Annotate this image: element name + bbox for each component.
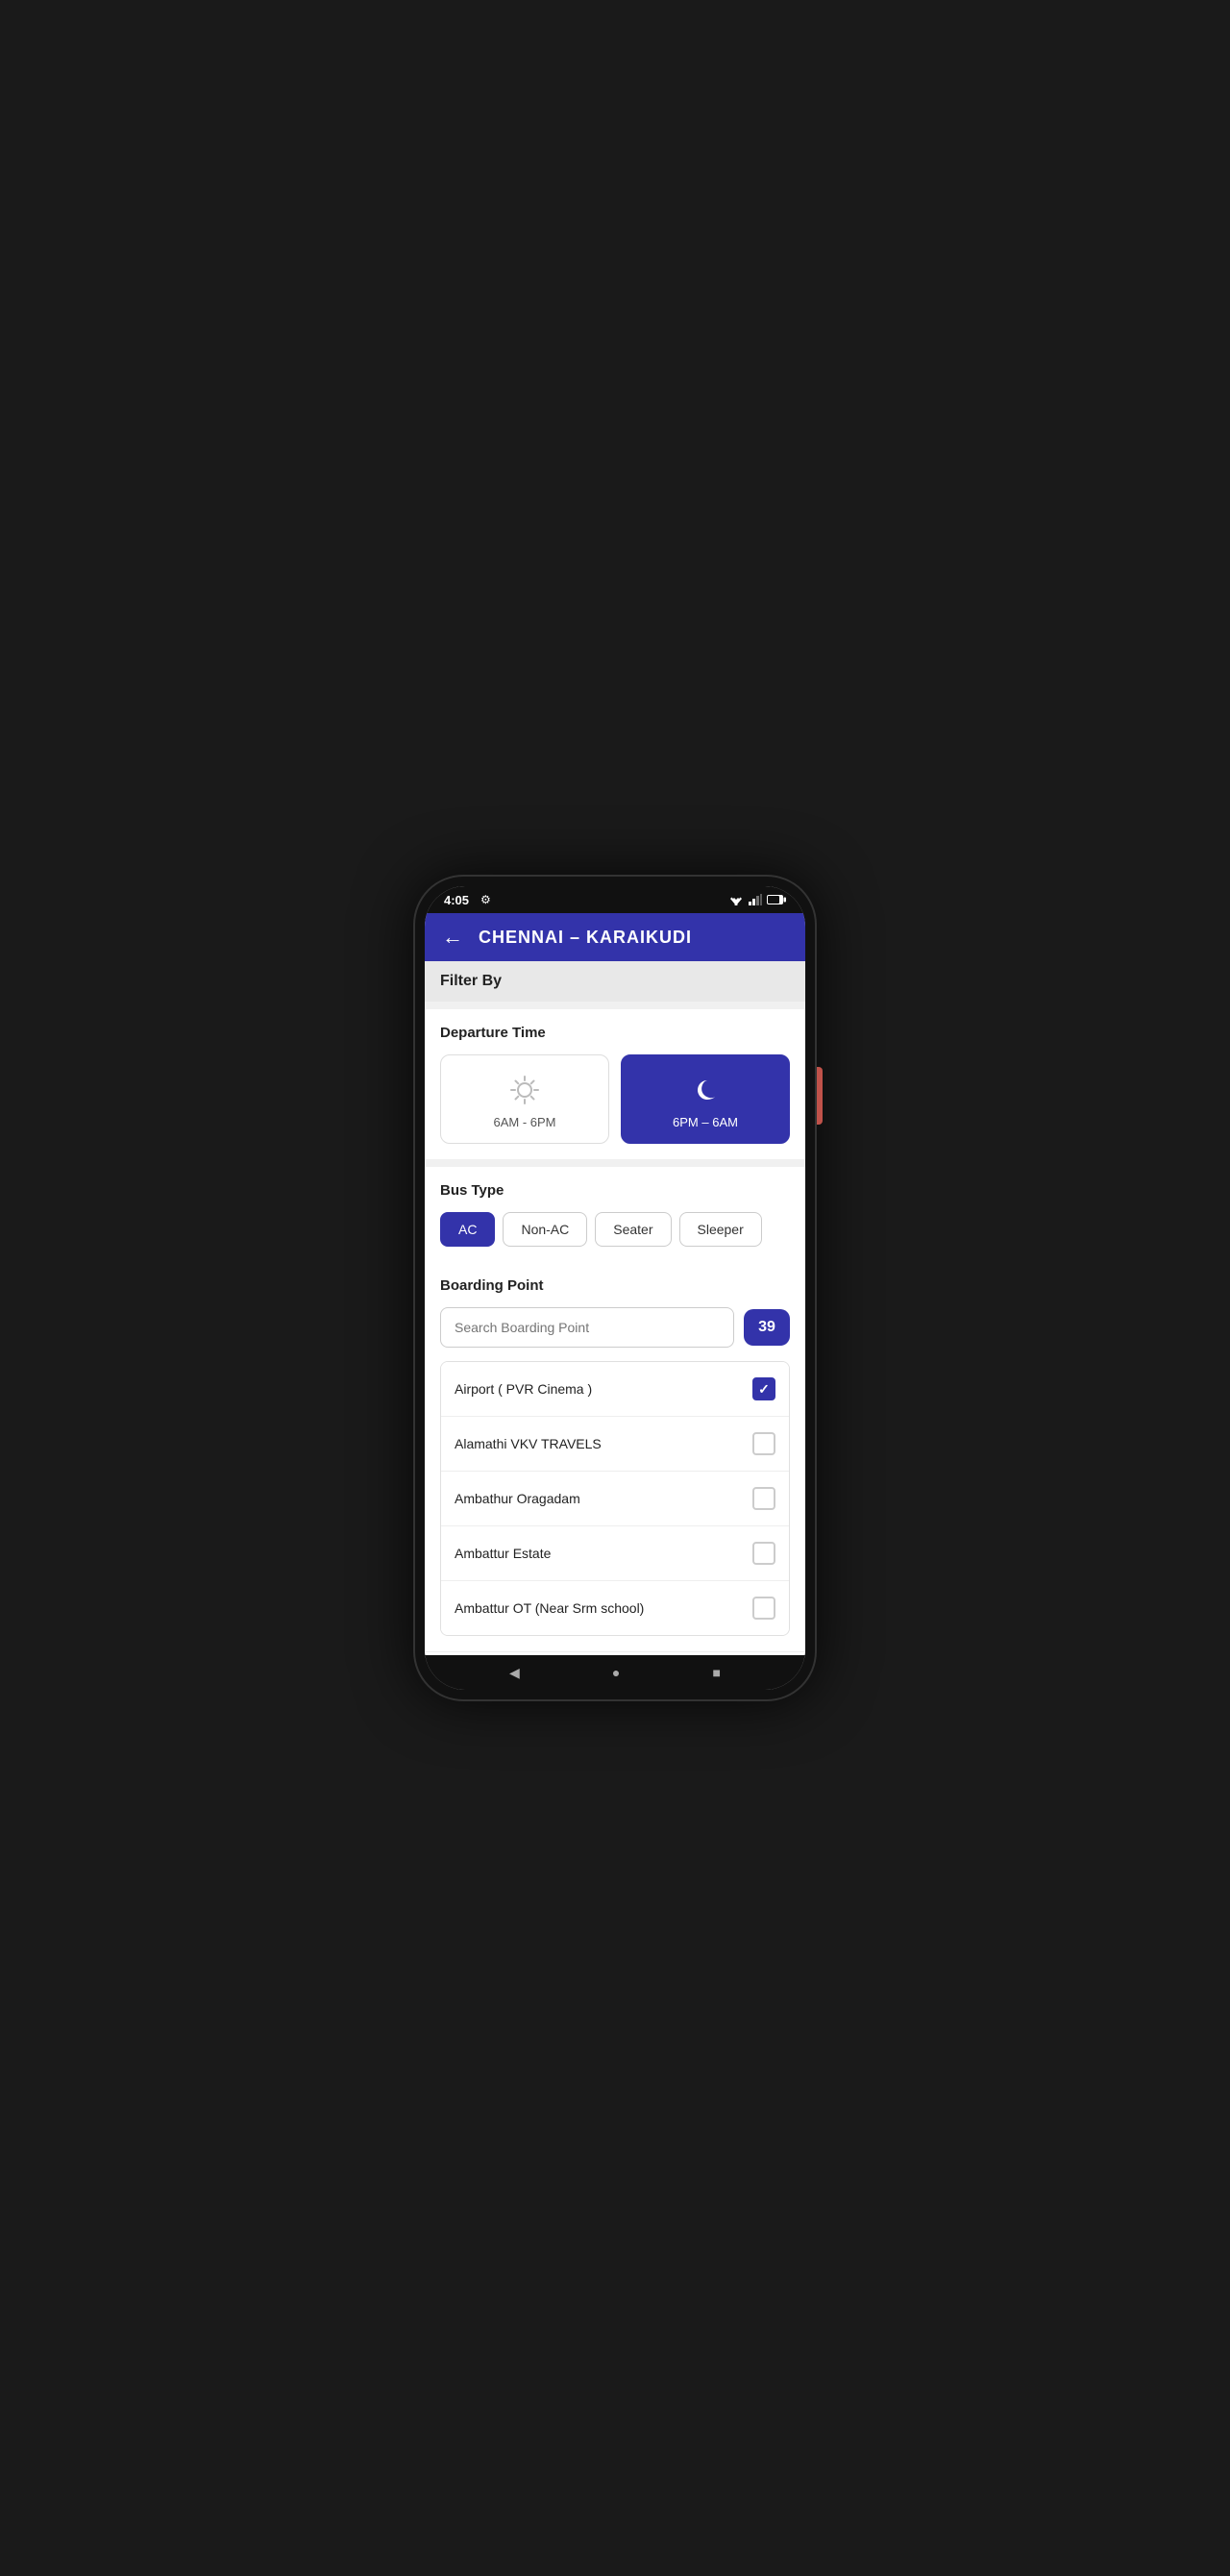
gear-icon: ⚙ <box>480 893 491 906</box>
boarding-count-badge: 39 <box>744 1309 790 1346</box>
boarding-item-ambattur-ot[interactable]: Ambattur OT (Near Srm school) <box>441 1581 789 1635</box>
signal-icon <box>749 894 762 905</box>
back-button[interactable]: ← <box>442 927 463 948</box>
day-time-label: 6AM - 6PM <box>493 1115 555 1129</box>
boarding-item-label: Ambattur OT (Near Srm school) <box>455 1600 644 1616</box>
departure-time-section: Departure Time <box>425 1009 805 1159</box>
night-time-label: 6PM – 6AM <box>673 1115 738 1129</box>
moon-icon <box>688 1073 723 1107</box>
status-bar: 4:05 ⚙ <box>425 886 805 913</box>
boarding-item-label: Ambattur Estate <box>455 1546 551 1561</box>
boarding-item-label: Alamathi VKV TRAVELS <box>455 1436 602 1451</box>
side-button <box>817 1067 823 1125</box>
bus-type-title: Bus Type <box>440 1182 790 1199</box>
content-area: Filter By Departure Time <box>425 961 805 1655</box>
bus-type-seater[interactable]: Seater <box>595 1212 671 1247</box>
search-boarding-input[interactable] <box>440 1307 734 1348</box>
boarding-checkbox-ambathur-oragadam[interactable] <box>752 1487 775 1510</box>
nav-back-icon[interactable]: ◀ <box>509 1665 520 1681</box>
boarding-item-airport[interactable]: Airport ( PVR Cinema ) <box>441 1362 789 1417</box>
boarding-item-label: Ambathur Oragadam <box>455 1491 580 1506</box>
app-header: ← CHENNAI – KARAIKUDI <box>425 913 805 961</box>
bus-type-ac[interactable]: AC <box>440 1212 495 1247</box>
boarding-checkbox-alamathi[interactable] <box>752 1432 775 1455</box>
boarding-checkbox-ambattur-ot[interactable] <box>752 1597 775 1620</box>
status-icons <box>728 894 786 905</box>
nav-recents-icon[interactable]: ■ <box>712 1665 720 1680</box>
bus-type-nonac[interactable]: Non-AC <box>503 1212 587 1247</box>
status-time: 4:05 <box>444 893 469 907</box>
boarding-point-section: Boarding Point 39 Airport ( PVR Cinema )… <box>425 1262 805 1651</box>
battery-icon <box>767 894 786 905</box>
filter-by-bar: Filter By <box>425 961 805 1002</box>
boarding-item-ambathur-oragadam[interactable]: Ambathur Oragadam <box>441 1472 789 1526</box>
bus-type-section: Bus Type AC Non-AC Seater Sleeper <box>425 1167 805 1262</box>
boarding-checkbox-ambattur-estate[interactable] <box>752 1542 775 1565</box>
filter-by-label: Filter By <box>440 973 502 989</box>
boarding-item-label: Airport ( PVR Cinema ) <box>455 1381 592 1397</box>
sun-icon <box>507 1073 542 1107</box>
page-title: CHENNAI – KARAIKUDI <box>479 928 692 948</box>
boarding-item-alamathi[interactable]: Alamathi VKV TRAVELS <box>441 1417 789 1472</box>
bus-type-options: AC Non-AC Seater Sleeper <box>440 1212 790 1247</box>
wifi-icon <box>728 894 744 905</box>
nav-home-icon[interactable]: ● <box>612 1665 620 1680</box>
boarding-point-title: Boarding Point <box>440 1277 790 1294</box>
time-cards: 6AM - 6PM 6PM – 6AM <box>440 1054 790 1144</box>
departure-time-title: Departure Time <box>440 1025 790 1041</box>
search-row: 39 <box>440 1307 790 1348</box>
boarding-point-list: Airport ( PVR Cinema ) Alamathi VKV TRAV… <box>440 1361 790 1636</box>
boarding-item-ambattur-estate[interactable]: Ambattur Estate <box>441 1526 789 1581</box>
phone-nav-bar: ◀ ● ■ <box>425 1655 805 1690</box>
day-time-card[interactable]: 6AM - 6PM <box>440 1054 609 1144</box>
night-time-card[interactable]: 6PM – 6AM <box>621 1054 790 1144</box>
boarding-checkbox-airport[interactable] <box>752 1377 775 1400</box>
bus-type-sleeper[interactable]: Sleeper <box>679 1212 762 1247</box>
